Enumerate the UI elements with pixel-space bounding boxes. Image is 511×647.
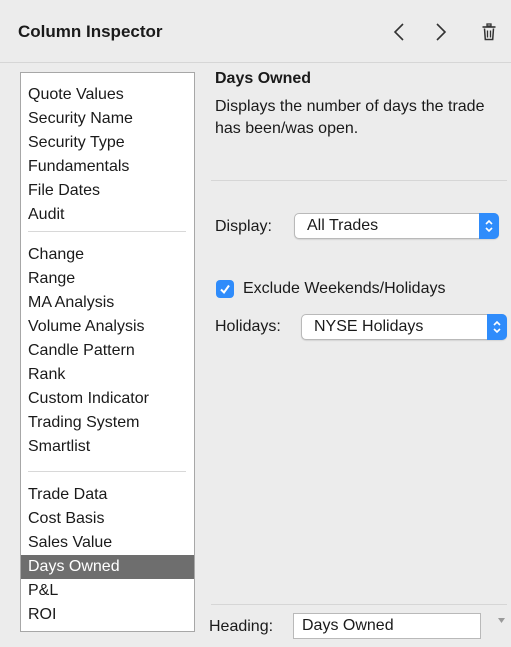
holidays-popup-value: NYSE Holidays [314, 318, 424, 335]
category-item-custom-indicator[interactable]: Custom Indicator [21, 387, 194, 411]
panel-title: Column Inspector [18, 22, 163, 41]
category-item-security-name[interactable]: Security Name [21, 107, 194, 131]
category-item-audit[interactable]: Audit [21, 203, 194, 227]
down-arrow-icon[interactable] [497, 612, 506, 630]
heading-label: Heading: [209, 618, 274, 635]
back-button[interactable] [384, 14, 414, 50]
category-item-rank[interactable]: Rank [21, 363, 194, 387]
holidays-popup[interactable]: NYSE Holidays [301, 314, 507, 340]
category-item-smartlist[interactable]: Smartlist [21, 435, 194, 459]
category-item-quote-values[interactable]: Quote Values [21, 83, 194, 107]
category-item-change[interactable]: Change [21, 243, 194, 267]
chevron-left-icon [393, 23, 404, 41]
column-description-text: Displays the number of days the trade ha… [215, 98, 485, 137]
category-item-sales-value[interactable]: Sales Value [21, 531, 194, 555]
category-item-trade-data[interactable]: Trade Data [21, 483, 194, 507]
display-label: Display: [215, 218, 272, 235]
category-item-cost-basis[interactable]: Cost Basis [21, 507, 194, 531]
heading-input[interactable] [293, 613, 481, 639]
display-popup[interactable]: All Trades [294, 213, 499, 239]
up-down-chevron-icon [487, 314, 507, 340]
column-description-title: Days Owned [215, 70, 312, 87]
heading-divider [211, 604, 507, 605]
column-category-list[interactable]: Quote Values Security Name Security Type… [20, 72, 195, 632]
category-item-pnl[interactable]: P&L [21, 579, 194, 603]
up-down-chevron-icon [479, 213, 499, 239]
description-divider [211, 180, 507, 181]
chevron-right-icon [436, 23, 447, 41]
holidays-label: Holidays: [215, 318, 281, 335]
category-item-trading-system[interactable]: Trading System [21, 411, 194, 435]
exclude-weekends-label[interactable]: Exclude Weekends/Holidays [243, 280, 445, 298]
display-popup-value: All Trades [307, 217, 379, 234]
category-item-candle-pattern[interactable]: Candle Pattern [21, 339, 194, 363]
category-group-divider [28, 471, 186, 472]
inspector-header: Column Inspector [0, 0, 511, 66]
category-item-security-type[interactable]: Security Type [21, 131, 194, 155]
category-item-fundamentals[interactable]: Fundamentals [21, 155, 194, 179]
category-item-roi[interactable]: ROI [21, 603, 194, 627]
category-item-range[interactable]: Range [21, 267, 194, 291]
category-item-days-owned[interactable]: Days Owned [21, 555, 194, 579]
category-item-file-dates[interactable]: File Dates [21, 179, 194, 203]
header-divider [0, 62, 511, 63]
trash-icon [482, 23, 496, 41]
exclude-weekends-checkbox[interactable] [216, 280, 234, 298]
forward-button[interactable] [426, 14, 456, 50]
checkmark-icon [220, 284, 230, 295]
category-group-divider [28, 231, 186, 232]
category-item-ma-analysis[interactable]: MA Analysis [21, 291, 194, 315]
delete-column-button[interactable] [474, 14, 504, 50]
category-item-volume-analysis[interactable]: Volume Analysis [21, 315, 194, 339]
